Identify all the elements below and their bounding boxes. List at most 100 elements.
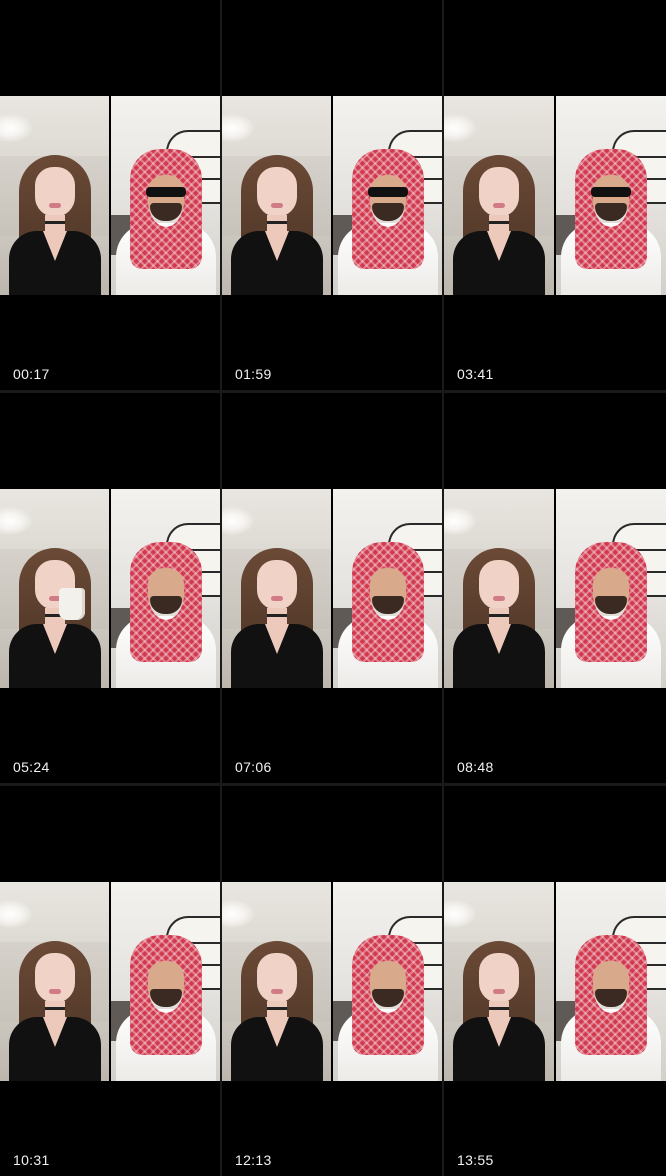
lips <box>493 203 505 208</box>
lips <box>270 203 283 208</box>
right-participant-view <box>111 96 220 295</box>
face <box>256 953 297 1003</box>
left-participant-view <box>222 96 331 295</box>
thumbnail-cell[interactable]: 01:59 <box>222 0 442 390</box>
video-frame <box>222 96 442 295</box>
man-figure <box>337 931 438 1081</box>
ceiling-light <box>222 114 254 142</box>
right-participant-view <box>556 489 666 688</box>
lips <box>493 596 505 601</box>
sunglasses <box>145 187 186 197</box>
choker-necklace <box>266 614 287 617</box>
ceiling-light <box>222 900 254 928</box>
man-figure <box>337 145 438 295</box>
v-neckline <box>487 231 511 261</box>
thumbnail-cell[interactable]: 03:41 <box>444 0 666 390</box>
lips <box>270 989 283 994</box>
right-participant-view <box>111 489 220 688</box>
v-neckline <box>42 231 67 261</box>
man-figure <box>337 538 438 688</box>
lips <box>48 203 61 208</box>
man-figure <box>561 145 661 295</box>
timestamp-label: 13:55 <box>457 1152 494 1168</box>
cup <box>58 588 85 620</box>
v-neckline <box>487 624 511 654</box>
left-participant-view <box>444 489 554 688</box>
timestamp-label: 08:48 <box>457 759 494 775</box>
timestamp-label: 12:13 <box>235 1152 272 1168</box>
right-participant-view <box>111 882 220 1081</box>
ceiling-light <box>444 900 476 928</box>
ceiling-light <box>444 507 476 535</box>
left-participant-view <box>222 882 331 1081</box>
left-participant-view <box>0 882 109 1081</box>
choker-necklace <box>266 221 287 224</box>
left-participant-view <box>444 882 554 1081</box>
ceiling-light <box>0 900 32 928</box>
right-participant-view <box>333 489 442 688</box>
timestamp-label: 01:59 <box>235 366 272 382</box>
thumbnail-cell[interactable]: 13:55 <box>444 786 666 1176</box>
thumbnail-cell[interactable]: 10:31 <box>0 786 220 1176</box>
woman-figure <box>8 155 101 295</box>
woman-figure <box>8 548 101 688</box>
face <box>256 560 297 610</box>
left-participant-view <box>0 489 109 688</box>
video-frame <box>444 489 666 688</box>
timestamp-label: 00:17 <box>13 366 50 382</box>
woman-figure <box>230 941 323 1081</box>
thumbnail-cell[interactable]: 07:06 <box>222 393 442 783</box>
v-neckline <box>264 624 289 654</box>
right-participant-view <box>333 96 442 295</box>
right-participant-view <box>556 96 666 295</box>
woman-figure <box>453 155 545 295</box>
face <box>256 167 297 217</box>
video-frame <box>0 489 220 688</box>
woman-figure <box>230 548 323 688</box>
thumbnail-cell[interactable]: 08:48 <box>444 393 666 783</box>
choker-necklace <box>489 221 509 224</box>
ceiling-light <box>0 507 32 535</box>
timestamp-label: 05:24 <box>13 759 50 775</box>
woman-figure <box>230 155 323 295</box>
man-figure <box>115 538 216 688</box>
thumbnail-cell[interactable]: 05:24 <box>0 393 220 783</box>
choker-necklace <box>266 1007 287 1010</box>
choker-necklace <box>489 614 509 617</box>
thumbnail-cell[interactable]: 00:17 <box>0 0 220 390</box>
man-figure <box>115 931 216 1081</box>
man-figure <box>561 538 661 688</box>
timestamp-label: 07:06 <box>235 759 272 775</box>
timestamp-label: 10:31 <box>13 1152 50 1168</box>
face <box>479 953 519 1003</box>
video-frame <box>0 96 220 295</box>
choker-necklace <box>44 221 65 224</box>
left-participant-view <box>0 96 109 295</box>
v-neckline <box>42 1017 67 1047</box>
face <box>479 560 519 610</box>
choker-necklace <box>44 1007 65 1010</box>
ceiling-light <box>444 114 476 142</box>
video-frame <box>444 96 666 295</box>
video-frame <box>0 882 220 1081</box>
woman-figure <box>8 941 101 1081</box>
video-frame <box>222 489 442 688</box>
right-participant-view <box>333 882 442 1081</box>
thumbnail-cell[interactable]: 12:13 <box>222 786 442 1176</box>
timestamp-label: 03:41 <box>457 366 494 382</box>
man-figure <box>561 931 661 1081</box>
sunglasses <box>591 187 631 197</box>
man-figure <box>115 145 216 295</box>
choker-necklace <box>489 1007 509 1010</box>
video-frame <box>444 882 666 1081</box>
face <box>34 953 75 1003</box>
v-neckline <box>42 624 67 654</box>
left-participant-view <box>444 96 554 295</box>
ceiling-light <box>222 507 254 535</box>
ceiling-light <box>0 114 32 142</box>
face <box>479 167 519 217</box>
lips <box>270 596 283 601</box>
sunglasses <box>367 187 408 197</box>
v-neckline <box>264 231 289 261</box>
v-neckline <box>264 1017 289 1047</box>
